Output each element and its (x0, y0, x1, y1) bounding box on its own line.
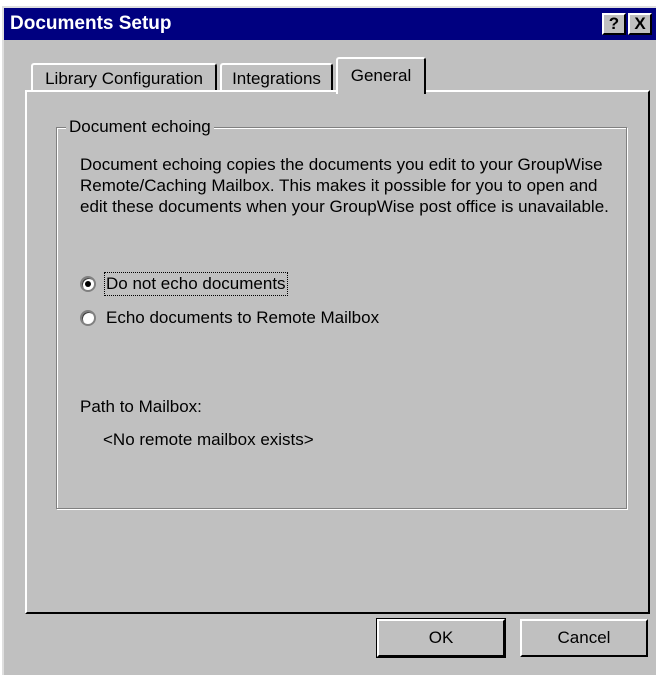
tab-general[interactable]: General (336, 57, 426, 94)
ok-button[interactable]: OK (376, 618, 506, 658)
tab-integrations[interactable]: Integrations (220, 63, 333, 93)
echoing-description: Document echoing copies the documents yo… (80, 155, 609, 216)
radio-echo-to-remote[interactable]: Echo documents to Remote Mailbox (80, 308, 410, 332)
path-to-mailbox-label: Path to Mailbox: (80, 397, 202, 416)
radio-do-not-echo-label[interactable]: Do not echo documents (104, 272, 288, 296)
close-icon[interactable]: X (628, 13, 652, 35)
path-to-mailbox-value: <No remote mailbox exists> (103, 430, 314, 449)
help-icon[interactable]: ? (602, 13, 626, 35)
radio-do-not-echo[interactable]: Do not echo documents (80, 272, 320, 298)
tab-library-configuration[interactable]: Library Configuration (31, 63, 217, 93)
title-bar[interactable]: Documents Setup ? X (4, 8, 656, 40)
radio-button-icon[interactable] (80, 276, 96, 292)
window-title: Documents Setup (10, 13, 172, 34)
cancel-button[interactable]: Cancel (520, 619, 648, 657)
group-label: Document echoing (66, 117, 214, 137)
radio-echo-to-remote-label[interactable]: Echo documents to Remote Mailbox (106, 308, 379, 328)
radio-selected-dot (85, 281, 91, 287)
radio-button-icon[interactable] (80, 310, 96, 326)
